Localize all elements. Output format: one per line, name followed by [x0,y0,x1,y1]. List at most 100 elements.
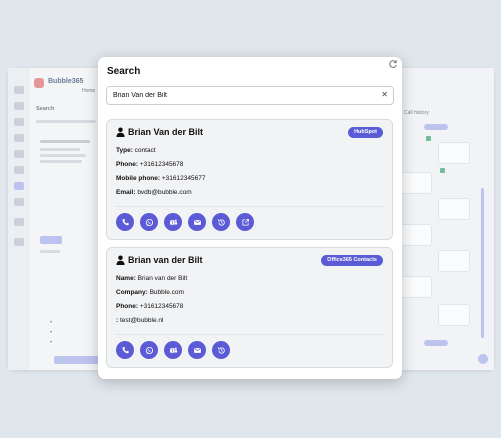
background-tab: Home [82,88,96,94]
contact-field: Phone: +31612345678 [116,300,392,314]
background-numpad-key: • [50,340,53,346]
person-icon [116,255,125,265]
background-card [400,276,432,298]
field-label: Company: [116,289,148,296]
background-section-title: Search [36,106,55,112]
background-numpad-key: • [50,320,53,326]
field-label: Email: [116,189,136,196]
history-button[interactable] [212,341,230,359]
background-line [40,140,90,143]
open-external-button[interactable] [236,213,254,231]
field-value: +31612345678 [138,161,184,168]
background-card [438,198,470,220]
background-fab [478,354,488,364]
teams-icon: T [169,347,177,352]
rail-icon [14,166,24,174]
history-icon [217,218,225,226]
phone-icon [121,346,129,353]
action-bar: T [116,335,392,367]
rail-icon [14,118,24,126]
phone-icon [121,218,129,225]
background-call-icon [440,168,445,173]
contact-field: Phone: +31612345678 [116,158,392,172]
rail-icon [14,182,24,190]
history-button[interactable] [212,213,230,231]
background-pill [424,124,448,130]
card-header: Brian Van der Bilt HubSpot [107,120,392,144]
email-button[interactable] [188,341,206,359]
field-label: Type: [116,147,133,154]
background-line [36,120,96,123]
teams-button[interactable]: T [164,213,182,231]
rail-icon [14,134,24,142]
background-card [400,224,432,246]
field-label: Name: [116,275,136,282]
field-value: Bubble.com [147,289,184,296]
email-button[interactable] [188,213,206,231]
contact-field: Name: Brian van der Bilt [116,272,392,286]
search-modal: Search ✕ Brian Van der Bilt HubSpot Type: … [98,57,402,379]
clear-icon[interactable]: ✕ [381,89,388,101]
field-value: +31612345678 [138,303,184,310]
contact-name: Brian van der Bilt [128,255,203,265]
background-nav-rail [8,68,31,370]
whatsapp-button[interactable] [140,341,158,359]
background-card [438,304,470,326]
phone-button[interactable] [116,213,134,231]
field-value: test@bubble.nl [118,317,164,324]
background-scrollbar [481,188,484,338]
field-value: contact [132,147,156,154]
email-icon [193,219,201,225]
action-bar: T [116,207,392,239]
rail-icon [14,102,24,110]
contact-field: Mobile phone: +31612345677 [116,172,392,186]
teams-icon: T [169,219,177,224]
search-field: ✕ [106,86,394,105]
background-card [400,172,432,194]
rail-icon [14,238,24,246]
contact-name: Brian Van der Bilt [128,127,204,137]
background-left-panel: Bubble365 Search • • • [30,68,128,370]
field-label: Phone: [116,303,139,310]
background-line [40,250,60,253]
background-call-icon [426,136,431,141]
contact-field: Type: contact [116,144,392,158]
background-pill [424,340,448,346]
history-icon [217,346,225,354]
whatsapp-icon [145,346,153,354]
background-numpad-key: • [50,330,53,336]
phone-button[interactable] [116,341,134,359]
background-right-title: Call history [404,110,429,116]
rail-icon [14,218,24,226]
field-value: +31612345677 [160,175,206,182]
rail-icon [14,150,24,158]
teams-button[interactable]: T [164,341,182,359]
brand-logo-icon [34,78,44,88]
source-badge: Office365 Contacts [321,255,383,266]
person-icon [116,127,125,137]
background-card [438,250,470,272]
background-line [40,154,86,157]
contact-field: Company: Bubble.com [116,286,392,300]
contact-field: : test@bubble.nl [116,314,392,328]
rail-icon [14,86,24,94]
background-line [40,148,80,151]
search-input[interactable] [113,89,375,101]
field-label: Phone: [116,161,139,168]
source-badge: HubSpot [348,127,383,138]
modal-title: Search [107,66,141,77]
whatsapp-button[interactable] [140,213,158,231]
field-label: Mobile phone: [116,175,161,182]
email-icon [193,347,201,353]
background-line [40,160,82,163]
background-brand: Bubble365 [48,78,84,85]
results-list: Brian Van der Bilt HubSpot Type: contact Ph… [106,119,393,377]
field-value: Brian van der Bilt [135,275,188,282]
result-card: Brian Van der Bilt HubSpot Type: contact Ph… [106,119,393,240]
card-header: Brian van der Bilt Office365 Contacts [107,248,392,272]
open-external-icon [241,218,249,226]
rail-icon [14,198,24,206]
result-card: Brian van der Bilt Office365 Contacts Name… [106,247,393,368]
background-right-panel: Call history [394,68,494,370]
refresh-icon[interactable] [388,59,398,69]
